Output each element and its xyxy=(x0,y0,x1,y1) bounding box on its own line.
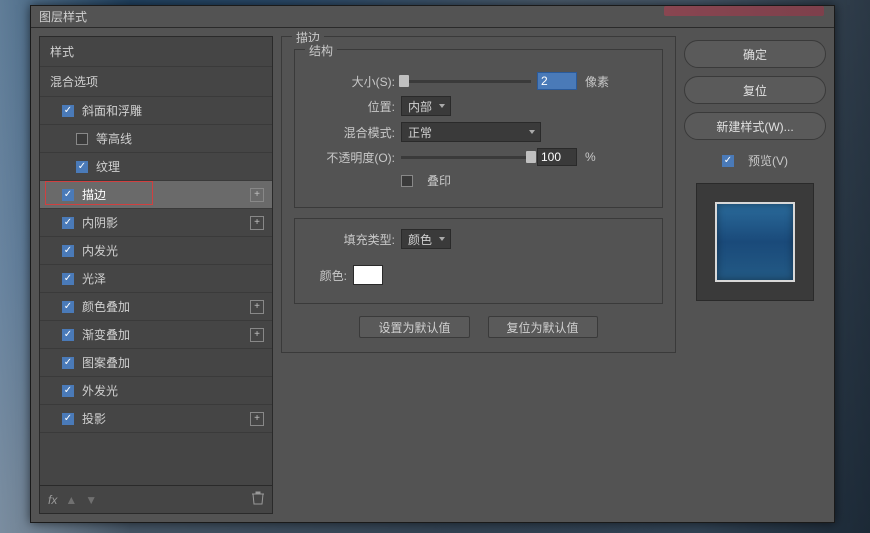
make-default-button[interactable]: 设置为默认值 xyxy=(359,316,469,338)
style-checkbox[interactable] xyxy=(62,301,74,313)
style-label: 渐变叠加 xyxy=(82,326,250,343)
cancel-button[interactable]: 复位 xyxy=(684,76,826,104)
ok-button[interactable]: 确定 xyxy=(684,40,826,68)
reset-default-button[interactable]: 复位为默认值 xyxy=(488,316,598,338)
settings-panel: 描边 结构 大小(S): 像素 位置: xyxy=(281,36,676,514)
style-checkbox[interactable] xyxy=(62,357,74,369)
style-label: 投影 xyxy=(82,410,250,427)
add-effect-icon[interactable]: + xyxy=(250,412,264,426)
style-checkbox[interactable] xyxy=(76,133,88,145)
size-input[interactable] xyxy=(537,72,577,90)
opacity-unit: % xyxy=(585,150,596,164)
styles-sidebar: 样式 混合选项 斜面和浮雕等高线纹理描边+内阴影+内发光光泽颜色叠加+渐变叠加+… xyxy=(39,36,273,514)
style-row[interactable]: 图案叠加 xyxy=(40,349,272,377)
action-panel: 确定 复位 新建样式(W)... 预览(V) xyxy=(684,36,826,514)
fill-group: 填充类型: 颜色 颜色: xyxy=(294,218,663,304)
style-row[interactable]: 描边+ xyxy=(40,181,272,209)
sidebar-footer: fx ▲ ▼ xyxy=(40,485,272,513)
blend-mode-select[interactable]: 正常 xyxy=(401,122,541,142)
overprint-label: 叠印 xyxy=(427,172,451,189)
overprint-checkbox[interactable] xyxy=(401,175,413,187)
arrow-down-icon[interactable]: ▼ xyxy=(85,493,97,507)
preview-box xyxy=(696,183,814,301)
style-label: 光泽 xyxy=(82,270,264,287)
style-label: 颜色叠加 xyxy=(82,298,250,315)
decorative-strip xyxy=(664,6,824,16)
sidebar-header-blend[interactable]: 混合选项 xyxy=(40,67,272,97)
layer-style-dialog: 图层样式 样式 混合选项 斜面和浮雕等高线纹理描边+内阴影+内发光光泽颜色叠加+… xyxy=(30,5,835,523)
position-label: 位置: xyxy=(307,98,395,115)
style-row[interactable]: 斜面和浮雕 xyxy=(40,97,272,125)
style-label: 图案叠加 xyxy=(82,354,264,371)
add-effect-icon[interactable]: + xyxy=(250,188,264,202)
style-row[interactable]: 内阴影+ xyxy=(40,209,272,237)
style-label: 斜面和浮雕 xyxy=(82,102,264,119)
style-row[interactable]: 内发光 xyxy=(40,237,272,265)
preview-checkbox[interactable] xyxy=(722,155,734,167)
style-row[interactable]: 纹理 xyxy=(40,153,272,181)
fx-label[interactable]: fx xyxy=(48,493,57,507)
style-label: 纹理 xyxy=(96,158,264,175)
style-checkbox[interactable] xyxy=(62,245,74,257)
opacity-slider-thumb[interactable] xyxy=(526,151,536,163)
style-checkbox[interactable] xyxy=(62,189,74,201)
opacity-label: 不透明度(O): xyxy=(307,149,395,166)
style-checkbox[interactable] xyxy=(62,329,74,341)
position-select[interactable]: 内部 xyxy=(401,96,451,116)
preview-swatch xyxy=(715,202,795,282)
dialog-body: 样式 混合选项 斜面和浮雕等高线纹理描边+内阴影+内发光光泽颜色叠加+渐变叠加+… xyxy=(31,28,834,522)
opacity-input[interactable] xyxy=(537,148,577,166)
style-checkbox[interactable] xyxy=(62,217,74,229)
blend-label: 混合模式: xyxy=(307,124,395,141)
style-checkbox[interactable] xyxy=(62,385,74,397)
group-title-structure: 结构 xyxy=(305,42,337,59)
style-label: 外发光 xyxy=(82,382,264,399)
style-row[interactable]: 外发光 xyxy=(40,377,272,405)
style-row[interactable]: 渐变叠加+ xyxy=(40,321,272,349)
stroke-group: 描边 结构 大小(S): 像素 位置: xyxy=(281,36,676,353)
opacity-slider[interactable] xyxy=(401,156,531,159)
size-slider-thumb[interactable] xyxy=(399,75,409,87)
trash-icon[interactable] xyxy=(252,491,264,508)
style-label: 等高线 xyxy=(96,130,264,147)
style-row[interactable]: 等高线 xyxy=(40,125,272,153)
style-checkbox[interactable] xyxy=(76,161,88,173)
preview-label: 预览(V) xyxy=(748,152,788,169)
filltype-label: 填充类型: xyxy=(307,231,395,248)
filltype-select[interactable]: 颜色 xyxy=(401,229,451,249)
style-label: 内阴影 xyxy=(82,214,250,231)
new-style-button[interactable]: 新建样式(W)... xyxy=(684,112,826,140)
style-label: 描边 xyxy=(82,186,250,203)
add-effect-icon[interactable]: + xyxy=(250,300,264,314)
color-swatch[interactable] xyxy=(353,265,383,285)
add-effect-icon[interactable]: + xyxy=(250,216,264,230)
style-label: 内发光 xyxy=(82,242,264,259)
style-checkbox[interactable] xyxy=(62,413,74,425)
window-title: 图层样式 xyxy=(39,8,87,25)
size-unit: 像素 xyxy=(585,73,609,90)
size-slider[interactable] xyxy=(401,80,531,83)
size-label: 大小(S): xyxy=(307,73,395,90)
arrow-up-icon[interactable]: ▲ xyxy=(65,493,77,507)
styles-list: 样式 混合选项 斜面和浮雕等高线纹理描边+内阴影+内发光光泽颜色叠加+渐变叠加+… xyxy=(40,37,272,485)
sidebar-header-styles[interactable]: 样式 xyxy=(40,37,272,67)
style-checkbox[interactable] xyxy=(62,105,74,117)
structure-group: 结构 大小(S): 像素 位置: 内部 xyxy=(294,49,663,208)
style-checkbox[interactable] xyxy=(62,273,74,285)
add-effect-icon[interactable]: + xyxy=(250,328,264,342)
style-row[interactable]: 颜色叠加+ xyxy=(40,293,272,321)
style-row[interactable]: 光泽 xyxy=(40,265,272,293)
color-label: 颜色: xyxy=(307,267,347,284)
style-row[interactable]: 投影+ xyxy=(40,405,272,433)
